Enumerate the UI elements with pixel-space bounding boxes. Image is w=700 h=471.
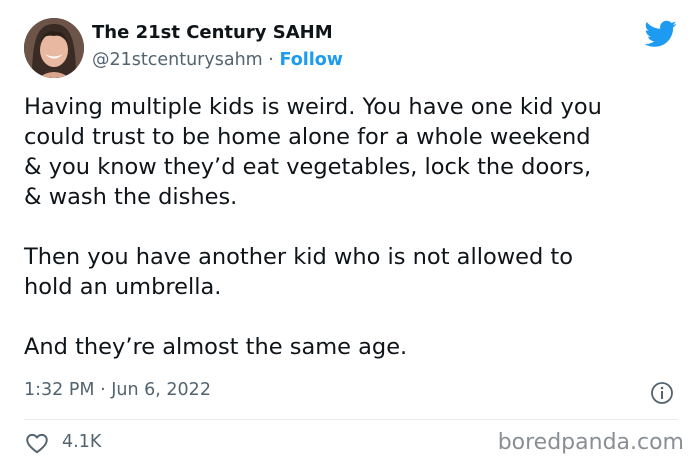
twitter-bird-icon[interactable] <box>645 20 677 48</box>
like-count[interactable]: 4.1K <box>62 432 101 452</box>
avatar-image <box>24 18 84 78</box>
tweet-paragraph: And they’re almost the same age. <box>24 334 408 360</box>
timestamp-separator: · <box>100 380 106 400</box>
watermark: boredpanda.com <box>497 430 684 455</box>
avatar[interactable] <box>24 18 84 78</box>
info-icon[interactable] <box>650 381 674 405</box>
tweet-time: 1:32 PM <box>24 380 95 400</box>
divider <box>24 419 678 420</box>
tweet-date: Jun 6, 2022 <box>111 380 211 400</box>
tweet-paragraph: Then you have another kid who is not all… <box>24 244 573 300</box>
handle-row: @21stcenturysahm · Follow <box>92 50 343 70</box>
follow-button[interactable]: Follow <box>279 50 342 70</box>
tweet-card: The 21st Century SAHM @21stcenturysahm ·… <box>0 0 700 471</box>
heart-icon[interactable] <box>24 430 50 456</box>
tweet-paragraph: Having multiple kids is weird. You have … <box>24 94 602 210</box>
tweet-timestamp[interactable]: 1:32 PM · Jun 6, 2022 <box>24 380 211 400</box>
handle-separator: · <box>268 50 274 70</box>
tweet-text: Having multiple kids is weird. You have … <box>24 92 684 362</box>
author-handle[interactable]: @21stcenturysahm <box>92 50 263 70</box>
author-name[interactable]: The 21st Century SAHM <box>92 22 333 43</box>
